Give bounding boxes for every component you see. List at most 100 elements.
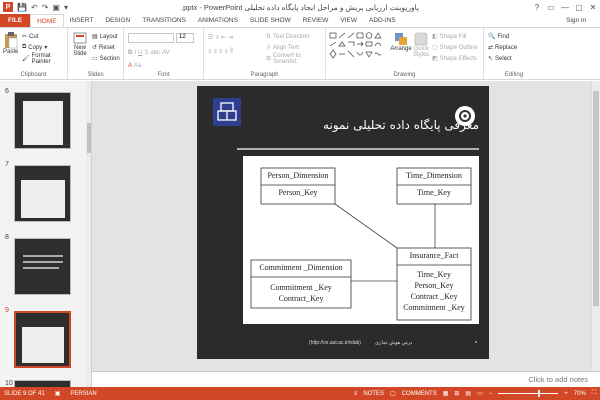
align-text-button[interactable]: ⇳ Align Text bbox=[266, 42, 325, 53]
new-slide-button[interactable]: New Slide bbox=[71, 31, 89, 57]
comments-toggle-button[interactable]: COMMENTS bbox=[402, 391, 437, 397]
strikethrough-icon[interactable]: abc bbox=[150, 50, 160, 56]
columns-icon[interactable]: ⫼ bbox=[230, 48, 233, 55]
align-left-icon[interactable]: ≡ bbox=[208, 49, 212, 55]
thumbnail-row[interactable]: 7 bbox=[0, 159, 91, 229]
person-dimension-name: Person_Dimension bbox=[267, 171, 329, 180]
font-size-combo[interactable]: 12 bbox=[176, 33, 194, 43]
section-label: Section bbox=[99, 55, 120, 62]
quick-styles-button[interactable]: Quick Styles bbox=[412, 32, 430, 58]
editor-scrollbar[interactable] bbox=[591, 81, 600, 371]
list-buttons: ☰ ≡ ⇤ ⇥ bbox=[208, 32, 233, 43]
shape-fill-button[interactable]: ◧ Shape Fill bbox=[432, 31, 478, 42]
spellcheck-icon[interactable]: ▣ bbox=[55, 390, 61, 397]
shape-outline-button[interactable]: ▢ Shape Outline bbox=[432, 42, 478, 53]
notes-toggle-icon: ≡ bbox=[353, 390, 358, 397]
maximize-button[interactable]: ▢ bbox=[572, 0, 586, 14]
align-right-icon[interactable]: ≡ bbox=[219, 49, 223, 55]
person-key: Person_Key bbox=[278, 188, 318, 197]
normal-view-icon[interactable]: ▦ bbox=[443, 390, 449, 397]
select-button[interactable]: ↖ Select bbox=[488, 53, 517, 64]
change-case-icon[interactable]: Aa bbox=[134, 63, 141, 69]
paste-button[interactable]: Paste bbox=[3, 31, 18, 55]
text-direction-icon: ⇅ bbox=[266, 34, 272, 40]
char-spacing-icon[interactable]: AV bbox=[162, 50, 170, 56]
tab-insert[interactable]: INSERT bbox=[64, 14, 100, 27]
numbering-icon[interactable]: ≡ bbox=[215, 35, 219, 41]
justify-icon[interactable]: ≡ bbox=[225, 49, 229, 55]
notes-toggle-button[interactable]: NOTES bbox=[363, 391, 384, 397]
fit-slide-icon[interactable]: ⛶ bbox=[592, 390, 596, 397]
save-icon[interactable]: 💾 bbox=[17, 3, 27, 12]
shadow-icon[interactable]: S bbox=[144, 50, 148, 56]
new-slide-label: New Slide bbox=[73, 45, 87, 57]
tab-design[interactable]: DESIGN bbox=[99, 14, 136, 27]
slide-thumbnail[interactable] bbox=[14, 238, 71, 295]
cut-button[interactable]: ✂ Cut bbox=[22, 31, 67, 42]
undo-icon[interactable]: ↶ bbox=[31, 3, 38, 12]
thumbnail-row-selected[interactable]: 9 bbox=[0, 305, 91, 375]
tab-add-ins[interactable]: ADD-INS bbox=[363, 14, 402, 27]
tab-review[interactable]: REVIEW bbox=[297, 14, 335, 27]
notes-pane[interactable]: Click to add notes bbox=[92, 371, 600, 387]
scrollbar-thumb[interactable] bbox=[87, 123, 91, 153]
ribbon-display-button[interactable]: ▭ bbox=[544, 0, 558, 14]
close-button[interactable]: ✕ bbox=[586, 0, 600, 14]
section-button[interactable]: ▭ Section bbox=[92, 53, 120, 64]
thumbnail-number: 9 bbox=[5, 307, 9, 314]
replace-button[interactable]: ⇄ Replace bbox=[488, 42, 517, 53]
shape-effects-button[interactable]: ◩ Shape Effects bbox=[432, 53, 478, 64]
reset-button[interactable]: ↺ Reset bbox=[92, 42, 120, 53]
thumbnail-row[interactable]: 8 bbox=[0, 232, 91, 302]
format-painter-button[interactable]: 🖌 Format Painter bbox=[22, 53, 67, 65]
select-label: Select bbox=[495, 55, 512, 62]
shapes-gallery-icon[interactable] bbox=[329, 32, 389, 62]
slideshow-view-icon[interactable]: ▭ bbox=[477, 390, 483, 397]
arrange-button[interactable]: Arrange bbox=[390, 32, 412, 52]
decrease-indent-icon[interactable]: ⇤ bbox=[221, 34, 226, 41]
align-center-icon[interactable]: ≡ bbox=[214, 49, 218, 55]
language-indicator[interactable]: PERSIAN bbox=[70, 391, 96, 397]
tab-transitions[interactable]: TRANSITIONS bbox=[136, 14, 192, 27]
zoom-in-icon[interactable]: + bbox=[564, 391, 568, 397]
sign-in-link[interactable]: Sign in bbox=[566, 14, 600, 27]
thumbnail-row[interactable]: 6 bbox=[0, 86, 91, 156]
slide-sorter-icon[interactable]: ⊞ bbox=[454, 390, 459, 397]
layout-button[interactable]: ▤ Layout bbox=[92, 31, 120, 42]
text-direction-button[interactable]: ⇅ Text Direction bbox=[266, 31, 325, 42]
find-button[interactable]: 🔍 Find bbox=[488, 31, 517, 42]
font-group-label: Font bbox=[157, 72, 170, 78]
bullets-icon[interactable]: ☰ bbox=[208, 34, 213, 41]
start-slideshow-icon[interactable]: ▣ bbox=[52, 3, 60, 12]
tab-view[interactable]: VIEW bbox=[334, 14, 363, 27]
reading-view-icon[interactable]: ▤ bbox=[465, 390, 471, 397]
font-group: 12 B I U Sabc AV A Aa Font bbox=[124, 28, 204, 79]
slide-thumbnail[interactable] bbox=[14, 165, 71, 222]
italic-icon[interactable]: I bbox=[134, 50, 136, 56]
slide-thumbnail[interactable] bbox=[14, 92, 71, 149]
zoom-out-icon[interactable]: − bbox=[489, 391, 493, 397]
font-color-buttons: A Aa bbox=[128, 60, 141, 71]
scrollbar-thumb[interactable] bbox=[593, 91, 599, 306]
tab-slide-show[interactable]: SLIDE SHOW bbox=[244, 14, 297, 27]
bold-icon[interactable]: B bbox=[128, 50, 132, 56]
minimize-button[interactable]: — bbox=[558, 0, 572, 14]
slide-thumbnail-selected[interactable] bbox=[14, 311, 71, 368]
copy-button[interactable]: ⧉ Copy ▾ bbox=[22, 42, 67, 53]
tab-file[interactable]: FILE bbox=[0, 14, 31, 27]
increase-indent-icon[interactable]: ⇥ bbox=[228, 34, 233, 41]
thumbnail-row[interactable]: 10 bbox=[0, 378, 91, 387]
underline-icon[interactable]: U bbox=[138, 50, 142, 56]
zoom-level[interactable]: 70% bbox=[574, 391, 586, 397]
slide-thumbnail[interactable] bbox=[14, 380, 71, 387]
tab-animations[interactable]: ANIMATIONS bbox=[192, 14, 244, 27]
help-button[interactable]: ? bbox=[530, 0, 544, 14]
tab-home[interactable]: HOME bbox=[30, 14, 64, 27]
zoom-slider[interactable] bbox=[498, 390, 559, 397]
redo-icon[interactable]: ↷ bbox=[42, 3, 49, 12]
font-color-icon[interactable]: A bbox=[128, 63, 132, 69]
customize-qat-icon[interactable]: ▾ bbox=[64, 3, 68, 12]
slide-canvas[interactable]: معرفی پایگاه داده تحلیلی نمونه Person_Di… bbox=[197, 86, 489, 359]
convert-smartart-button[interactable]: ⊞ Convert to SmartArt bbox=[266, 53, 325, 65]
font-name-combo[interactable] bbox=[128, 33, 174, 43]
